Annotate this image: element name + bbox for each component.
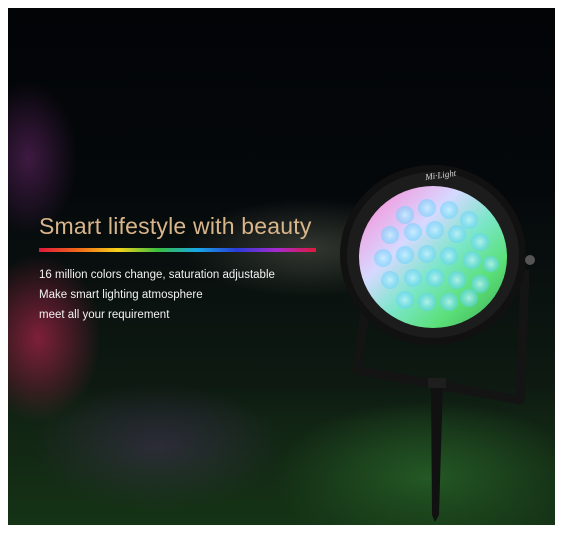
- feature-line-atmosphere: Make smart lighting atmosphere: [39, 289, 203, 301]
- feature-line-requirement: meet all your requirement: [39, 309, 170, 321]
- rgbcct-spotlight-icon: [340, 165, 535, 522]
- feature-line-colors: 16 million colors change, saturation adj…: [39, 269, 275, 281]
- feature-description: 16 million colors change, saturation adj…: [39, 265, 275, 325]
- banner-headline: Smart lifestyle with beauty: [39, 213, 312, 239]
- rainbow-divider: [39, 248, 316, 252]
